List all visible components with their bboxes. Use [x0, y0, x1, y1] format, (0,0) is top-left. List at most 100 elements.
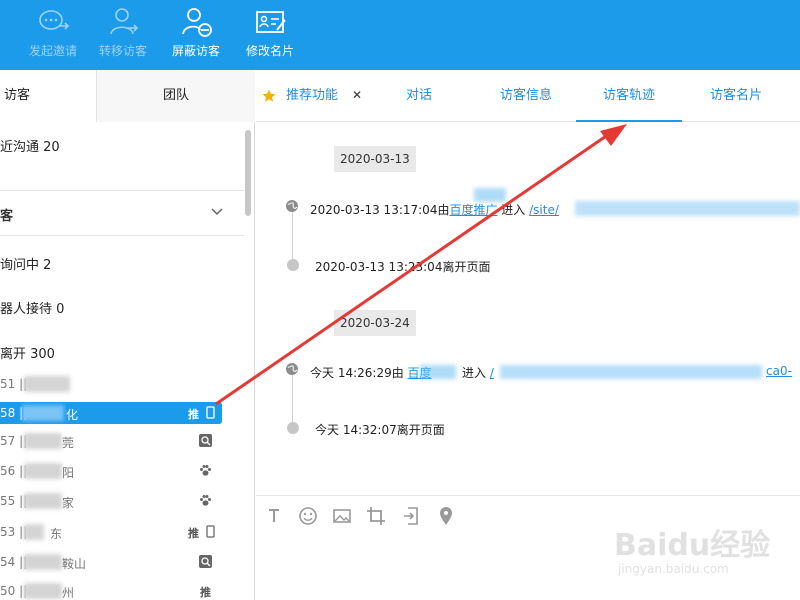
globe-icon: [286, 363, 298, 375]
transfer-button[interactable]: 转移访客: [86, 0, 160, 70]
visitor-location: 化: [66, 408, 79, 422]
redacted-name: [24, 376, 70, 392]
transfer-label: 转移访客: [98, 44, 147, 58]
enter-time: 今天 14:26:29由: [310, 366, 404, 380]
enter-time: 2020-03-13 13:17:04由: [310, 203, 450, 217]
chevron-down-icon[interactable]: [209, 203, 225, 219]
enter-action: 进入: [501, 203, 526, 217]
block-visitor-label: 屏蔽访客: [171, 44, 220, 58]
asking-count-row[interactable]: 询问中 2: [0, 254, 244, 273]
redacted-name: [22, 405, 64, 421]
close-icon[interactable]: ✕: [352, 87, 362, 103]
visitor-row[interactable]: 57 || 莞: [0, 430, 222, 452]
invite-label: 发起邀请: [28, 44, 77, 58]
page-url-link[interactable]: /: [490, 366, 494, 380]
left-count-row[interactable]: 离开 300: [0, 343, 244, 362]
paw-icon: [200, 465, 211, 476]
edit-card-icon: [256, 11, 286, 33]
redacted-name: [24, 554, 62, 570]
tab-visitor-card[interactable]: 访客名片: [692, 70, 780, 122]
redacted-url: [500, 365, 762, 379]
visitor-location: 家: [62, 496, 75, 510]
visitor-location: 鞍山: [62, 557, 87, 571]
url-tail: ca0-: [766, 364, 792, 378]
visitor-location: 东: [50, 527, 63, 541]
redacted-source: [474, 188, 506, 202]
crop-icon[interactable]: [366, 506, 386, 526]
promo-tag: 推: [188, 408, 199, 421]
visitor-section-header[interactable]: 客: [0, 190, 244, 236]
promo-tag: 推: [200, 586, 211, 599]
paw-icon: [200, 495, 211, 506]
timeline-line: [292, 212, 293, 264]
visitor-row[interactable]: 56 || 阳: [0, 460, 222, 482]
globe-icon: [286, 200, 298, 212]
leave-event: 2020-03-13 13:23:04离开页面: [315, 260, 491, 274]
url-tail-link[interactable]: ca0-: [766, 364, 792, 378]
detail-tabs: 推荐功能 ✕ 对话 访客信息 访客轨迹 访客名片: [256, 70, 800, 122]
visitor-location: 莞: [62, 436, 75, 450]
mobile-icon: [206, 525, 215, 538]
emoji-icon[interactable]: [298, 506, 318, 526]
visitor-panel: 访客 团队 近沟通 20 客 询问中 2 器人接待 0 离开 300 51 ||…: [0, 70, 255, 600]
visitor-row[interactable]: 50 || 州 推: [0, 580, 222, 600]
redacted-name: [24, 493, 62, 509]
enter-event-action: 进入 /: [462, 364, 494, 381]
page-url-link[interactable]: /site/: [529, 203, 559, 217]
tab-team[interactable]: 团队: [96, 70, 255, 122]
timeline-line: [292, 375, 293, 427]
visitor-location: 阳: [62, 466, 75, 480]
tab-visitors[interactable]: 访客: [0, 70, 96, 122]
block-visitor-button[interactable]: 屏蔽访客: [159, 0, 233, 70]
redacted-name: [24, 583, 62, 599]
watermark-brand: Baidu经验: [614, 528, 771, 563]
tab-visitor-track[interactable]: 访客轨迹: [576, 70, 682, 122]
visitor-row[interactable]: 54 || 鞍山: [0, 551, 222, 573]
left-tabs: 访客 团队: [0, 70, 255, 122]
text-format-icon[interactable]: [264, 506, 284, 526]
invite-button[interactable]: 发起邀请: [16, 0, 90, 70]
edit-card-button[interactable]: 修改名片: [233, 0, 307, 70]
visitor-row-selected[interactable]: 58 || 化 推: [0, 402, 222, 424]
source-link[interactable]: 百度推广: [449, 203, 497, 217]
enter-action: 进入: [462, 366, 487, 380]
tab-recommended[interactable]: 推荐功能: [280, 70, 344, 122]
leave-dot: [287, 422, 299, 434]
date-badge: 2020-03-13: [334, 146, 416, 172]
leave-event: 今天 14:32:07离开页面: [315, 423, 445, 437]
watermark-url: jingyan.baidu.com: [618, 562, 729, 576]
visitor-row[interactable]: 55 || 家: [0, 490, 222, 512]
redacted-name: [24, 524, 44, 540]
visitor-row[interactable]: 53 || 东 推: [0, 521, 222, 543]
tab-visitor-info[interactable]: 访客信息: [481, 70, 571, 122]
redacted-name: [24, 433, 62, 449]
visitor-location: 州: [62, 586, 75, 600]
redacted-url: [575, 201, 800, 216]
visitor-row[interactable]: 51 ||: [0, 373, 222, 395]
recent-contacts-row[interactable]: 近沟通 20: [0, 136, 244, 155]
date-badge: 2020-03-24: [334, 310, 416, 336]
transfer-user-icon: [110, 8, 139, 35]
section-title: 客: [0, 209, 14, 224]
redacted-source: [420, 365, 456, 379]
robot-count-row[interactable]: 器人接待 0: [0, 298, 244, 317]
baidu-watermark: Baidu经验 jingyan.baidu.com: [614, 510, 774, 590]
top-toolbar: 发起邀请 转移访客 屏蔽访客 修改名片: [0, 0, 800, 70]
enter-event: 今天 14:26:29由 百度: [310, 364, 432, 381]
block-user-icon: [182, 8, 212, 37]
enter-event: 2020-03-13 13:17:04由百度推广 进入 /site/: [310, 201, 559, 218]
promo-tag: 推: [188, 527, 199, 540]
search-engine-icon: [199, 434, 212, 447]
leave-dot: [287, 259, 299, 271]
star-icon: [262, 89, 276, 102]
left-scrollbar[interactable]: [245, 130, 251, 216]
mobile-icon: [206, 406, 215, 419]
send-file-icon[interactable]: [402, 506, 422, 526]
edit-card-label: 修改名片: [245, 44, 294, 58]
redacted-name: [24, 463, 62, 479]
location-pin-icon[interactable]: [436, 506, 456, 526]
chat-invite-icon: [39, 10, 70, 30]
image-icon[interactable]: [332, 506, 352, 526]
search-engine-icon: [199, 555, 212, 568]
tab-chat[interactable]: 对话: [384, 70, 454, 122]
